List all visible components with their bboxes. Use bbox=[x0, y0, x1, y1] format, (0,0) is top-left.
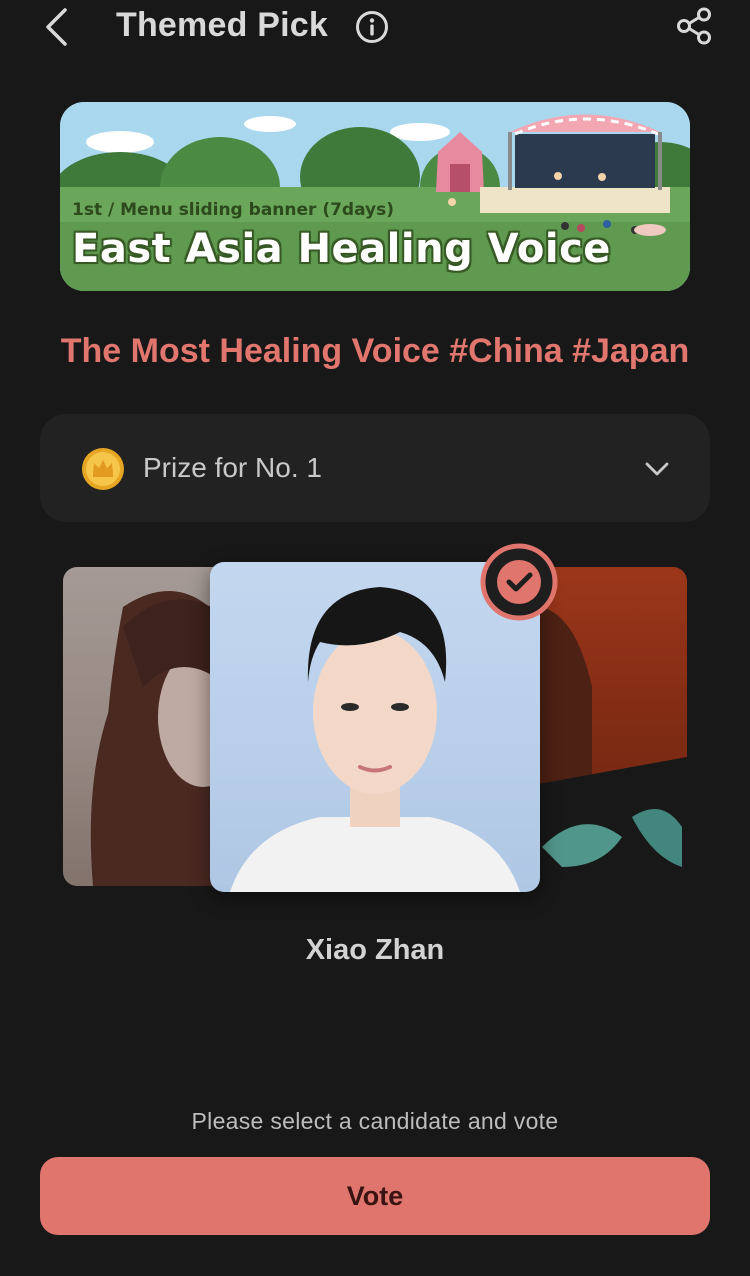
coin-crown-icon bbox=[82, 448, 124, 490]
selected-check-icon bbox=[480, 543, 558, 621]
event-banner[interactable]: 1st / Menu sliding banner (7days) East A… bbox=[60, 102, 690, 291]
poll-headline: The Most Healing Voice #China #Japan bbox=[60, 332, 690, 370]
banner-title: East Asia Healing Voice bbox=[72, 226, 611, 272]
info-icon bbox=[356, 11, 388, 43]
chevron-left-icon bbox=[46, 8, 67, 46]
chevron-down-icon bbox=[645, 462, 669, 476]
vote-hint: Please select a candidate and vote bbox=[191, 1108, 559, 1134]
info-button[interactable] bbox=[355, 10, 389, 44]
vote-button[interactable]: Vote bbox=[40, 1157, 710, 1235]
selected-candidate-name: Xiao Zhan bbox=[305, 934, 445, 966]
back-button[interactable] bbox=[36, 6, 76, 48]
top-bar: Themed Pick bbox=[0, 0, 750, 54]
page-title: Themed Pick bbox=[116, 6, 328, 44]
prize-label: Prize for No. 1 bbox=[143, 452, 322, 483]
banner-subtitle: 1st / Menu sliding banner (7days) bbox=[72, 200, 395, 220]
share-icon bbox=[677, 7, 711, 45]
candidate-photo bbox=[90, 591, 228, 886]
prize-dropdown[interactable]: Prize for No. 1 bbox=[40, 414, 710, 522]
candidate-card-previous[interactable] bbox=[63, 567, 228, 886]
share-button[interactable] bbox=[674, 6, 714, 46]
